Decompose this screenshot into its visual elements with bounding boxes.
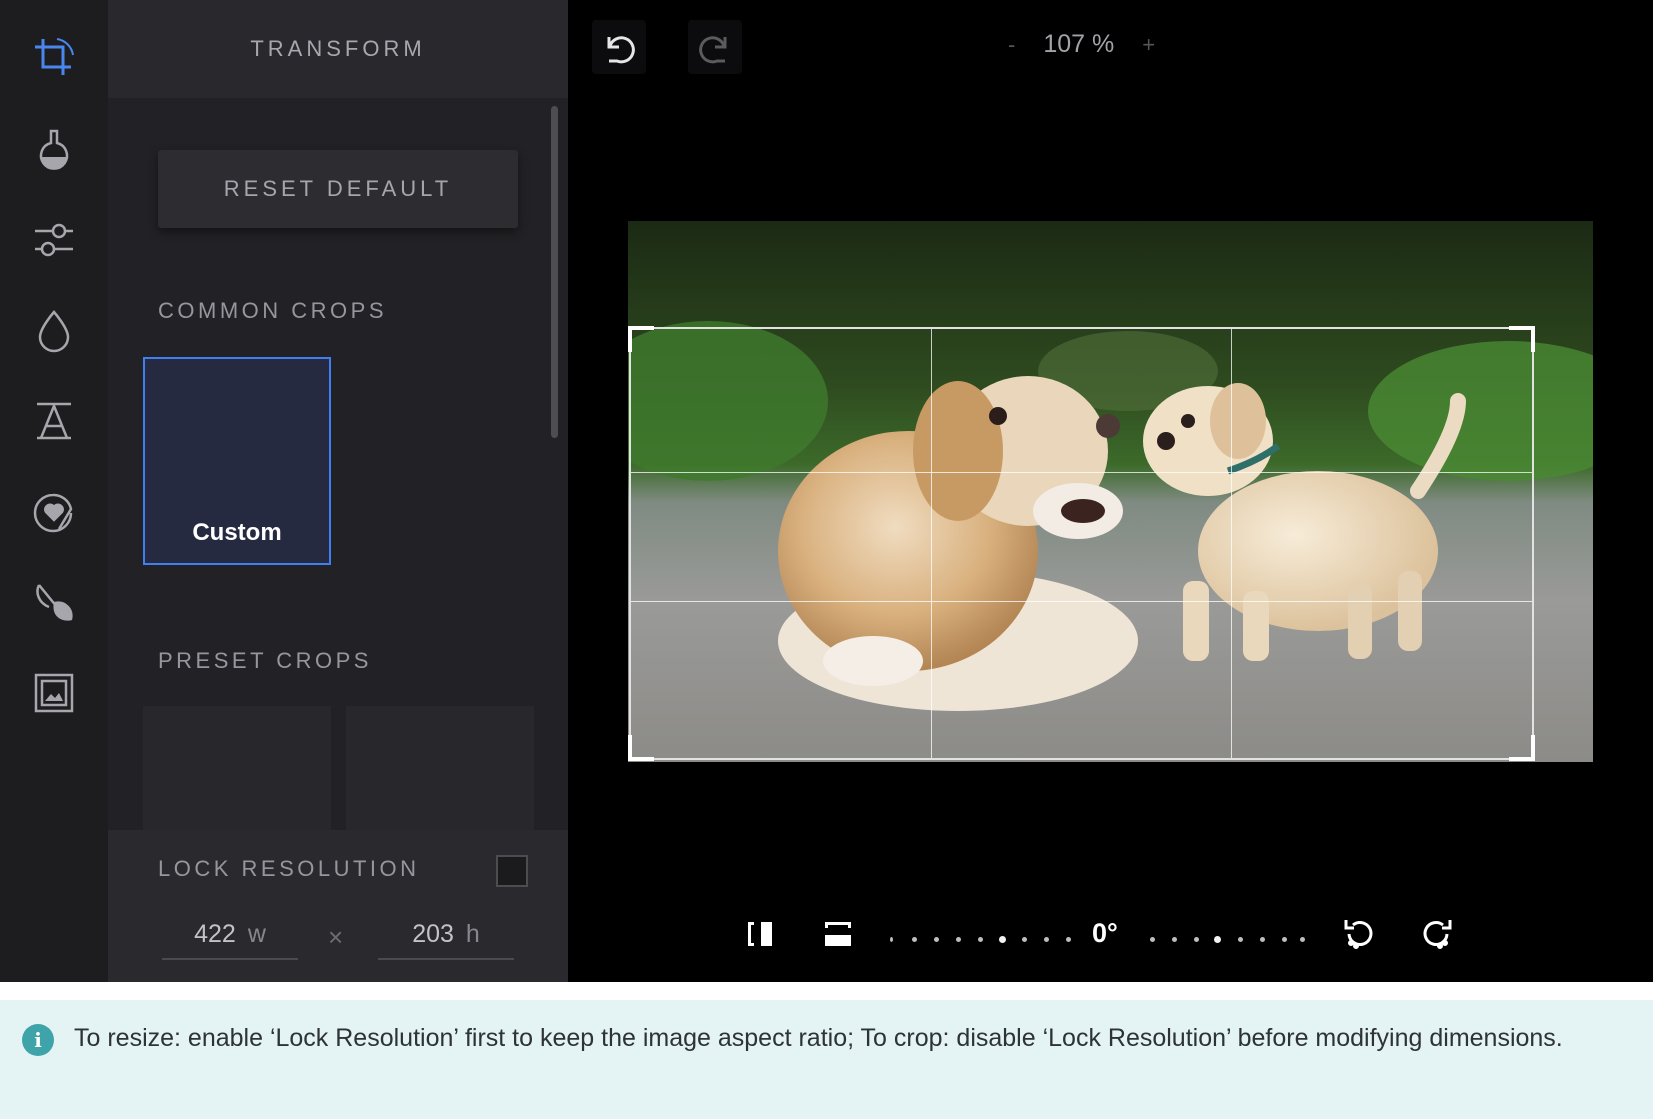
dial-tick [890, 937, 893, 942]
redo-icon [699, 36, 727, 64]
rotation-angle: 0° [1092, 918, 1118, 948]
preset-crop-tile[interactable] [346, 706, 534, 830]
crop-handle-top-right[interactable] [1509, 326, 1535, 352]
rotate-left-icon [1344, 920, 1373, 949]
rail-item-stickers[interactable] [26, 484, 82, 540]
zoom-value: 107 % [1043, 30, 1115, 58]
dial-tick [1238, 937, 1243, 942]
lock-resolution-checkbox[interactable] [496, 855, 528, 887]
dial-tick [1172, 937, 1177, 942]
dial-tick [1260, 937, 1265, 942]
flip-vertical-icon [825, 922, 851, 946]
info-banner: i To resize: enable ‘Lock Resolution’ fi… [0, 1000, 1653, 1119]
width-field[interactable]: 422 w [162, 910, 298, 960]
dial-tick [956, 937, 961, 942]
frame-icon [34, 673, 74, 713]
dial-tick [1150, 937, 1155, 942]
canvas-area: - 107 % + 0° [568, 0, 1653, 982]
flask-icon [39, 129, 69, 170]
crop-option-label: Custom [192, 519, 282, 546]
rail-item-frames[interactable] [26, 665, 82, 721]
dial-tick [1194, 937, 1199, 942]
editor-app: TRANSFORM RESET DEFAULT COMMON CROPS Cus… [0, 0, 1653, 982]
crop-icon [35, 38, 74, 75]
dial-tick [1300, 937, 1305, 942]
zoom-control: - 107 % + [1008, 30, 1155, 59]
flip-vertical-button[interactable] [816, 912, 860, 956]
rotation-toolbar: 0° [568, 900, 1653, 970]
sliders-icon [35, 223, 73, 257]
sticker-icon [33, 493, 73, 533]
common-crops-label: COMMON CROPS [158, 298, 387, 323]
rail-item-adjust[interactable] [26, 212, 82, 268]
dial-tick [1022, 937, 1027, 942]
brush-icon [36, 584, 73, 621]
reset-default-button[interactable]: RESET DEFAULT [158, 150, 518, 228]
zoom-out-button[interactable]: - [1008, 32, 1015, 58]
rail-item-text[interactable] [26, 393, 82, 449]
crop-grid-line [631, 600, 1532, 602]
crop-grid-line [931, 329, 933, 758]
crop-handle-bottom-right[interactable] [1509, 735, 1535, 761]
zoom-in-button[interactable]: + [1142, 32, 1155, 58]
crop-grid-line [1231, 329, 1233, 758]
lock-resolution-section: LOCK RESOLUTION 422 w × 203 h [108, 830, 568, 982]
dimension-separator: × [328, 922, 344, 952]
text-icon [37, 402, 71, 440]
dial-tick [1214, 936, 1221, 943]
height-value: 203 [412, 919, 454, 948]
dial-tick [1282, 937, 1287, 942]
redo-button[interactable] [688, 20, 742, 74]
flip-horizontal-button[interactable] [738, 912, 782, 956]
tool-rail [0, 0, 108, 982]
rail-item-focus[interactable] [26, 303, 82, 359]
panel-header: TRANSFORM [108, 0, 568, 98]
height-unit: h [465, 919, 480, 948]
crop-option-custom[interactable]: Custom [143, 357, 331, 565]
rotate-right-icon [1423, 920, 1452, 949]
crop-grid-line [631, 471, 1532, 473]
crop-handle-bottom-left[interactable] [628, 735, 654, 761]
rail-item-transform[interactable] [26, 30, 82, 86]
rotate-right-button[interactable] [1414, 912, 1458, 956]
dial-tick [999, 936, 1006, 943]
crop-frame[interactable] [628, 326, 1535, 761]
dial-tick [1044, 937, 1049, 942]
undo-icon [607, 36, 635, 64]
width-value: 422 [194, 919, 236, 948]
rotate-left-button[interactable] [1338, 912, 1382, 956]
undo-button[interactable] [592, 20, 646, 74]
panel-title: TRANSFORM [250, 36, 426, 61]
panel-scrollbar[interactable] [551, 106, 558, 438]
rail-item-filters[interactable] [26, 122, 82, 178]
dial-tick [912, 937, 917, 942]
dial-tick [978, 937, 983, 942]
info-icon: i [22, 1024, 54, 1056]
drop-icon [38, 310, 70, 353]
preset-crop-tile[interactable] [143, 706, 331, 830]
width-unit: w [247, 919, 266, 948]
rail-item-brush[interactable] [26, 574, 82, 630]
height-field[interactable]: 203 h [378, 910, 514, 960]
transform-panel: TRANSFORM RESET DEFAULT COMMON CROPS Cus… [108, 0, 568, 982]
flip-horizontal-icon [748, 922, 772, 946]
preset-crops-label: PRESET CROPS [158, 648, 372, 673]
dial-tick [934, 937, 939, 942]
lock-resolution-label: LOCK RESOLUTION [158, 856, 420, 881]
dial-tick [1066, 937, 1071, 942]
info-text: To resize: enable ‘Lock Resolution’ firs… [74, 1024, 1563, 1052]
crop-handle-top-left[interactable] [628, 326, 654, 352]
